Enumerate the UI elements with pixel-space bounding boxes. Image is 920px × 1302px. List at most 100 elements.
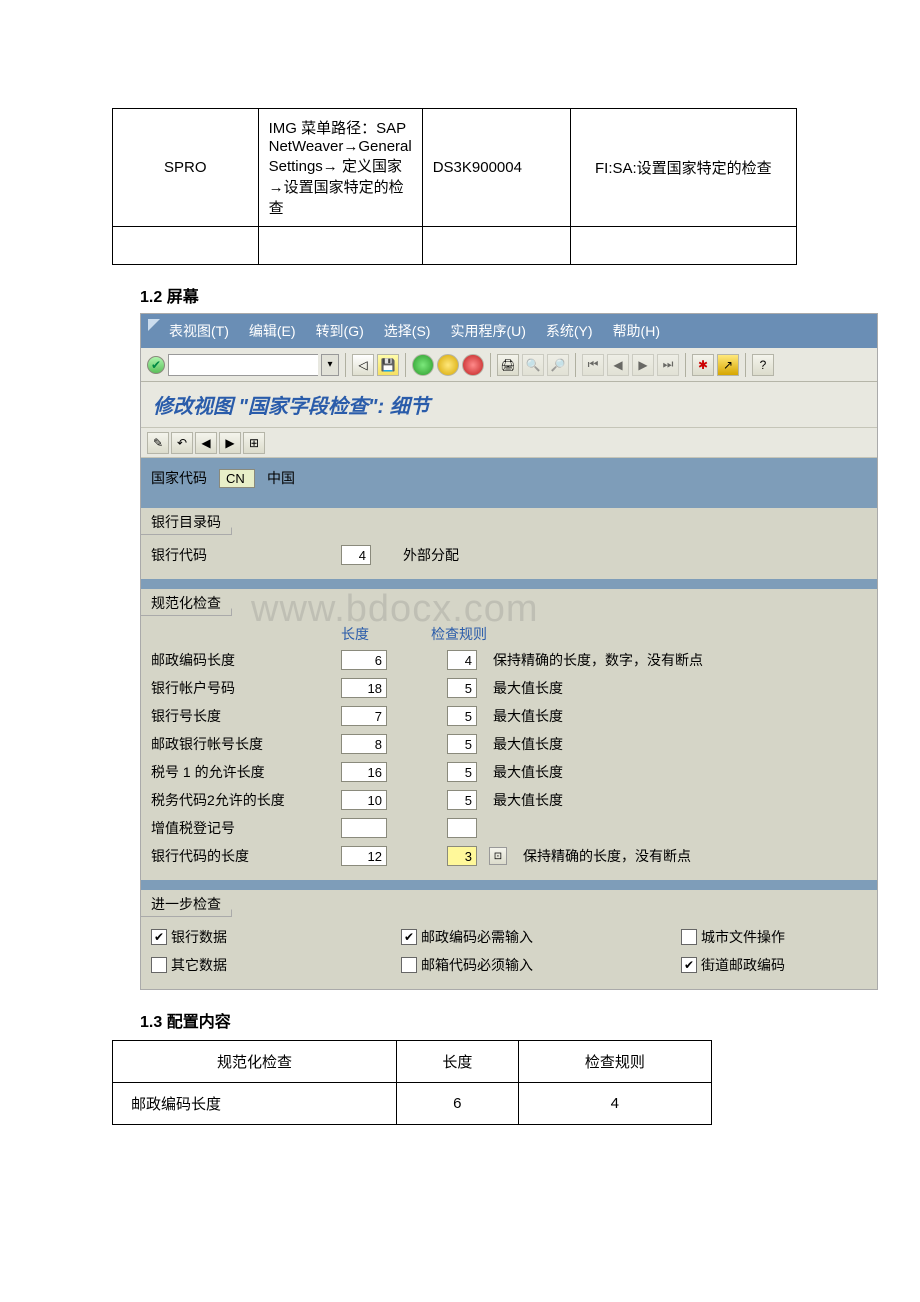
group-further-checks: 进一步检查 ✔ 银行数据 ✔ 邮政编码必需输入 城市文件操作 xyxy=(141,880,877,989)
menu-table-view[interactable]: 表视图(T) xyxy=(169,321,229,341)
print-icon[interactable]: 🖨 xyxy=(497,354,519,376)
country-row: 国家代码 CN 中国 xyxy=(141,458,877,498)
menu-select[interactable]: 选择(S) xyxy=(384,321,431,341)
rule-field[interactable] xyxy=(447,762,477,782)
top-cell-request: DS3K900004 xyxy=(422,109,570,227)
next-page-icon: ▶ xyxy=(632,354,654,376)
rule-desc: 最大值长度 xyxy=(493,678,563,698)
rule-field[interactable] xyxy=(447,650,477,670)
check-row-label: 银行帐户号码 xyxy=(151,678,331,698)
rule-field[interactable] xyxy=(447,790,477,810)
menu-utilities[interactable]: 实用程序(U) xyxy=(450,321,525,341)
help-icon[interactable]: ? xyxy=(752,354,774,376)
check-row: 银行代码的长度⊡保持精确的长度，没有断点 xyxy=(151,842,867,870)
check-row: 邮政银行帐号长度最大值长度 xyxy=(151,730,867,758)
bank-code-desc: 外部分配 xyxy=(403,545,459,565)
shortcut-icon[interactable]: ↗ xyxy=(717,354,739,376)
check-row-label: 邮政银行帐号长度 xyxy=(151,734,331,754)
sap-toolbar: ✔ ▾ ◁ 💾 🖨 🔍 🔎 ⏮ ◀ ▶ ⏭ ✱ ↗ ? xyxy=(141,348,877,382)
rule-field[interactable] xyxy=(447,706,477,726)
exit-icon[interactable] xyxy=(437,354,459,376)
rule-desc: 最大值长度 xyxy=(493,790,563,810)
top-cell-desc: FI:SA:设置国家特定的检查 xyxy=(570,109,796,227)
sap-menubar: 表视图(T) 编辑(E) 转到(G) 选择(S) 实用程序(U) 系统(Y) 帮… xyxy=(141,314,877,348)
pobox-required-label: 邮箱代码必须输入 xyxy=(421,955,533,975)
command-field[interactable] xyxy=(168,354,318,376)
check-row-label: 税务代码2允许的长度 xyxy=(151,790,331,810)
cfg-h3: 检查规则 xyxy=(518,1041,711,1083)
section-1-2-heading: 1.2 屏幕 xyxy=(140,283,920,307)
find-next-icon: 🔎 xyxy=(547,354,569,376)
rule-desc: 保持精确的长度，数字，没有断点 xyxy=(493,650,703,670)
back-icon[interactable] xyxy=(412,354,434,376)
column-rule-header: 检查规则 xyxy=(431,624,487,644)
menu-system[interactable]: 系统(Y) xyxy=(546,321,593,341)
menu-edit[interactable]: 编辑(E) xyxy=(249,321,296,341)
check-row-label: 税号 1 的允许长度 xyxy=(151,762,331,782)
country-code-label: 国家代码 xyxy=(151,468,207,488)
length-field[interactable] xyxy=(341,846,387,866)
check-row: 银行号长度 最大值长度 xyxy=(151,702,867,730)
rule-field[interactable] xyxy=(447,678,477,698)
bank-code-field[interactable] xyxy=(341,545,371,565)
length-field[interactable] xyxy=(341,734,387,754)
street-postal-checkbox[interactable]: ✔ xyxy=(681,957,697,973)
group-further-checks-tab: 进一步检查 xyxy=(141,890,232,917)
check-row: 税号 1 的允许长度 最大值长度 xyxy=(151,758,867,786)
length-field[interactable] xyxy=(341,678,387,698)
rule-field[interactable] xyxy=(447,846,477,866)
column-length-header: 长度 xyxy=(341,624,431,644)
street-postal-label: 街道邮政编码 xyxy=(701,955,785,975)
length-field[interactable] xyxy=(341,706,387,726)
cancel-icon[interactable] xyxy=(462,354,484,376)
bank-data-checkbox[interactable]: ✔ xyxy=(151,929,167,945)
rule-desc: 最大值长度 xyxy=(493,706,563,726)
check-row-label: 银行号长度 xyxy=(151,706,331,726)
section-1-3-heading: 1.3 配置内容 xyxy=(140,1008,920,1032)
check-row: 银行帐户号码 最大值长度 xyxy=(151,674,867,702)
rule-desc: 最大值长度 xyxy=(493,762,563,782)
city-file-checkbox[interactable] xyxy=(681,929,697,945)
rule-field[interactable] xyxy=(447,818,477,838)
window-corner-icon xyxy=(147,318,161,332)
length-field[interactable] xyxy=(341,818,387,838)
postal-required-label: 邮政编码必需输入 xyxy=(421,927,533,947)
postal-required-checkbox[interactable]: ✔ xyxy=(401,929,417,945)
length-field[interactable] xyxy=(341,762,387,782)
length-field[interactable] xyxy=(341,650,387,670)
find-icon: 🔍 xyxy=(522,354,544,376)
check-row-label: 邮政编码长度 xyxy=(151,650,331,670)
menu-goto[interactable]: 转到(G) xyxy=(316,321,364,341)
group-formal-checks: 规范化检查 长度 检查规则 邮政编码长度 保持精确的长度，数字，没有断点银行帐户号… xyxy=(141,579,877,880)
rule-desc: 保持精确的长度，没有断点 xyxy=(523,846,691,866)
group-formal-checks-tab: 规范化检查 xyxy=(141,589,232,616)
command-dropdown-icon[interactable]: ▾ xyxy=(321,354,339,376)
check-row: 邮政编码长度 保持精确的长度，数字，没有断点 xyxy=(151,646,867,674)
rule-field[interactable] xyxy=(447,734,477,754)
new-session-icon[interactable]: ✱ xyxy=(692,354,714,376)
next-entry-icon[interactable]: ▶ xyxy=(219,432,241,454)
value-help-icon[interactable]: ⊡ xyxy=(489,847,507,865)
country-name: 中国 xyxy=(267,468,295,488)
enter-icon[interactable]: ✔ xyxy=(147,356,165,374)
cfg-r1c1: 邮政编码长度 xyxy=(113,1083,397,1125)
sap-screenshot: 表视图(T) 编辑(E) 转到(G) 选择(S) 实用程序(U) 系统(Y) 帮… xyxy=(140,313,878,990)
undo-icon[interactable]: ↶ xyxy=(171,432,193,454)
cfg-r1c3: 4 xyxy=(518,1083,711,1125)
country-code-field[interactable]: CN xyxy=(219,469,255,488)
config-content-table: 规范化检查 长度 检查规则 邮政编码长度 6 4 xyxy=(112,1040,712,1125)
prev-entry-icon[interactable]: ◀ xyxy=(195,432,217,454)
check-row-label: 增值税登记号 xyxy=(151,818,331,838)
other-data-checkbox[interactable] xyxy=(151,957,167,973)
top-config-table: SPRO IMG 菜单路径：SAP NetWeaver→General Sett… xyxy=(112,108,797,265)
top-cell-path: IMG 菜单路径：SAP NetWeaver→General Settings→… xyxy=(258,109,422,227)
menu-help[interactable]: 帮助(H) xyxy=(613,321,660,341)
top-cell-tcode: SPRO xyxy=(113,109,259,227)
group-bank-key-tab: 银行目录码 xyxy=(141,508,232,535)
other-entry-icon[interactable]: ✎ xyxy=(147,432,169,454)
pobox-required-checkbox[interactable] xyxy=(401,957,417,973)
position-icon[interactable]: ⊞ xyxy=(243,432,265,454)
back-nav-icon[interactable]: ◁ xyxy=(352,354,374,376)
length-field[interactable] xyxy=(341,790,387,810)
save-icon[interactable]: 💾 xyxy=(377,354,399,376)
